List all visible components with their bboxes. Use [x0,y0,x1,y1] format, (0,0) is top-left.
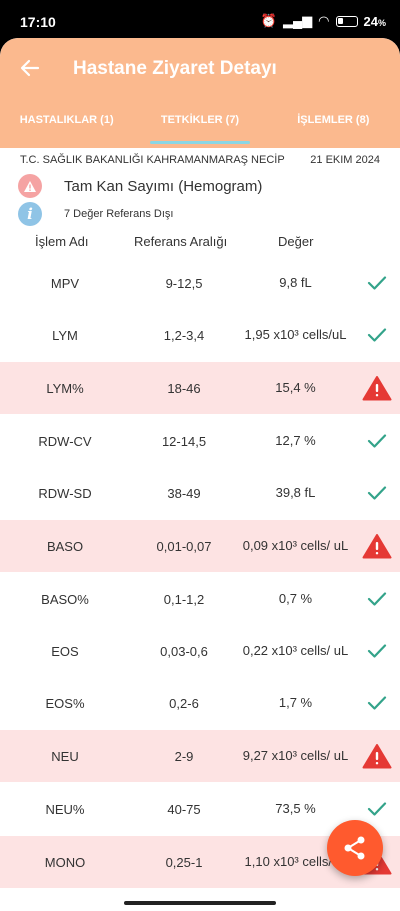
warning-triangle-icon [353,533,400,559]
signal-icon: ▂▄▆ [282,13,313,28]
reference-range: 0,03-0,6 [160,643,208,659]
table-row: EOS 0,03-0,6 0,22 x10³ cells/ uL [0,626,400,678]
result-value: 73,5 % [275,801,316,816]
home-handle[interactable] [124,901,276,905]
test-item-name: RDW-CV [38,433,92,449]
visit-date: 21 EKIM 2024 [310,154,380,166]
status-icons: ⏰ ▂▄▆ ◠ 24% [261,13,386,29]
result-value: 9,27 x10³ cells/ uL [242,748,349,763]
table-row: BASO 0,01-0,07 0,09 x10³ cells/ uL [0,520,400,574]
out-of-range-count: 7 Değer Referans Dışı [64,208,174,220]
warning-triangle-icon [353,375,400,401]
result-value: 1,95 x10³ cells/uL [244,327,347,342]
status-bar: 17:10 ⏰ ▂▄▆ ◠ 24% [0,0,400,42]
check-icon [353,275,400,291]
reference-range: 0,2-6 [169,695,199,711]
wifi-icon: ◠ [318,13,330,28]
result-value: 39,8 fL [275,485,316,500]
reference-range: 1,2-3,4 [163,327,205,343]
test-title-row: Tam Kan Sayımı (Hemogram) [0,174,400,198]
table-row: BASO% 0,1-1,2 0,7 % [0,574,400,626]
test-item-name: NEU% [45,801,85,817]
result-value: 0,09 x10³ cells/ uL [242,538,349,553]
check-icon [353,485,400,501]
tab-bar: HASTALIKLAR (1) TETKİKLER (7) İŞLEMLER (… [0,104,400,148]
tab-tests[interactable]: TETKİKLER (7) [133,104,266,148]
check-icon [353,591,400,607]
table-row: LYM% 18-46 15,4 % [0,362,400,416]
share-button[interactable] [327,820,383,876]
check-icon [353,433,400,449]
nav-bar [0,889,400,911]
hospital-name: T.C. SAĞLIK BAKANLIĞI KAHRAMANMARAŞ NECİ… [20,154,285,166]
test-item-name: NEU [51,748,79,764]
result-value: 9,8 fL [279,275,312,290]
reference-range: 18-46 [167,380,201,396]
warning-circle-icon [18,174,42,198]
warning-triangle-icon [353,743,400,769]
check-icon [353,801,400,817]
test-name: Tam Kan Sayımı (Hemogram) [64,177,263,195]
check-icon [353,327,400,343]
column-reference: Referans Aralığı [134,234,228,249]
result-value: 1,7 % [278,695,313,710]
battery-icon [335,15,358,27]
app-bar: Hastane Ziyaret Detayı HASTALIKLAR (1) T… [0,38,400,148]
table-row: RDW-CV 12-14,5 12,7 % [0,416,400,468]
reference-range: 12-14,5 [161,433,207,449]
back-button[interactable] [16,54,44,82]
table-row: EOS% 0,2-6 1,7 % [0,678,400,730]
reference-range: 40-75 [167,801,201,817]
check-icon [353,643,400,659]
test-item-name: BASO [46,538,84,554]
info-icon: i [18,202,42,226]
test-item-name: MONO [44,854,86,870]
test-item-name: BASO% [41,591,89,607]
check-icon [353,695,400,711]
test-item-name: EOS% [45,695,85,711]
reference-range: 0,1-1,2 [163,591,205,607]
content: T.C. SAĞLIK BAKANLIĞI KAHRAMANMARAŞ NECİ… [0,148,400,911]
result-value: 15,4 % [275,380,316,395]
reference-range: 2-9 [174,748,194,764]
status-time: 17:10 [20,14,56,30]
tab-diseases[interactable]: HASTALIKLAR (1) [0,104,133,148]
visit-info: T.C. SAĞLIK BAKANLIĞI KAHRAMANMARAŞ NECİ… [0,148,400,166]
result-value: 0,22 x10³ cells/ uL [242,643,349,658]
test-item-name: RDW-SD [38,485,92,501]
test-item-name: MPV [50,275,80,291]
reference-range: 0,25-1 [165,854,203,870]
result-value: 0,7 % [278,591,313,606]
alarm-off-icon: ⏰ [260,13,277,28]
column-name: İşlem Adı [35,234,89,249]
page-title: Hastane Ziyaret Detayı [73,58,277,79]
battery-percent: 24% [363,13,386,29]
result-value: 12,7 % [275,433,316,448]
out-of-range-row: i 7 Değer Referans Dışı [0,202,400,226]
table-header: İşlem Adı Referans Aralığı Değer [0,234,400,256]
test-item-name: LYM [52,327,78,343]
table-row: MPV 9-12,5 9,8 fL [0,258,400,310]
table-row: RDW-SD 38-49 39,8 fL [0,468,400,520]
test-item-name: EOS [51,643,79,659]
tab-procedures[interactable]: İŞLEMLER (8) [267,104,400,148]
table-row: LYM 1,2-3,4 1,95 x10³ cells/uL [0,310,400,362]
reference-range: 9-12,5 [165,275,203,291]
table-row: NEU 2-9 9,27 x10³ cells/ uL [0,730,400,784]
reference-range: 38-49 [167,485,201,501]
share-icon [344,836,365,860]
test-item-name: LYM% [46,380,84,396]
column-value: Değer [278,234,314,249]
app-screen: Hastane Ziyaret Detayı HASTALIKLAR (1) T… [0,38,400,911]
results-table: MPV 9-12,5 9,8 fL LYM 1,2-3,4 1,95 x10³ cells… [0,258,400,911]
arrow-left-icon [20,59,40,77]
reference-range: 0,01-0,07 [156,538,212,554]
